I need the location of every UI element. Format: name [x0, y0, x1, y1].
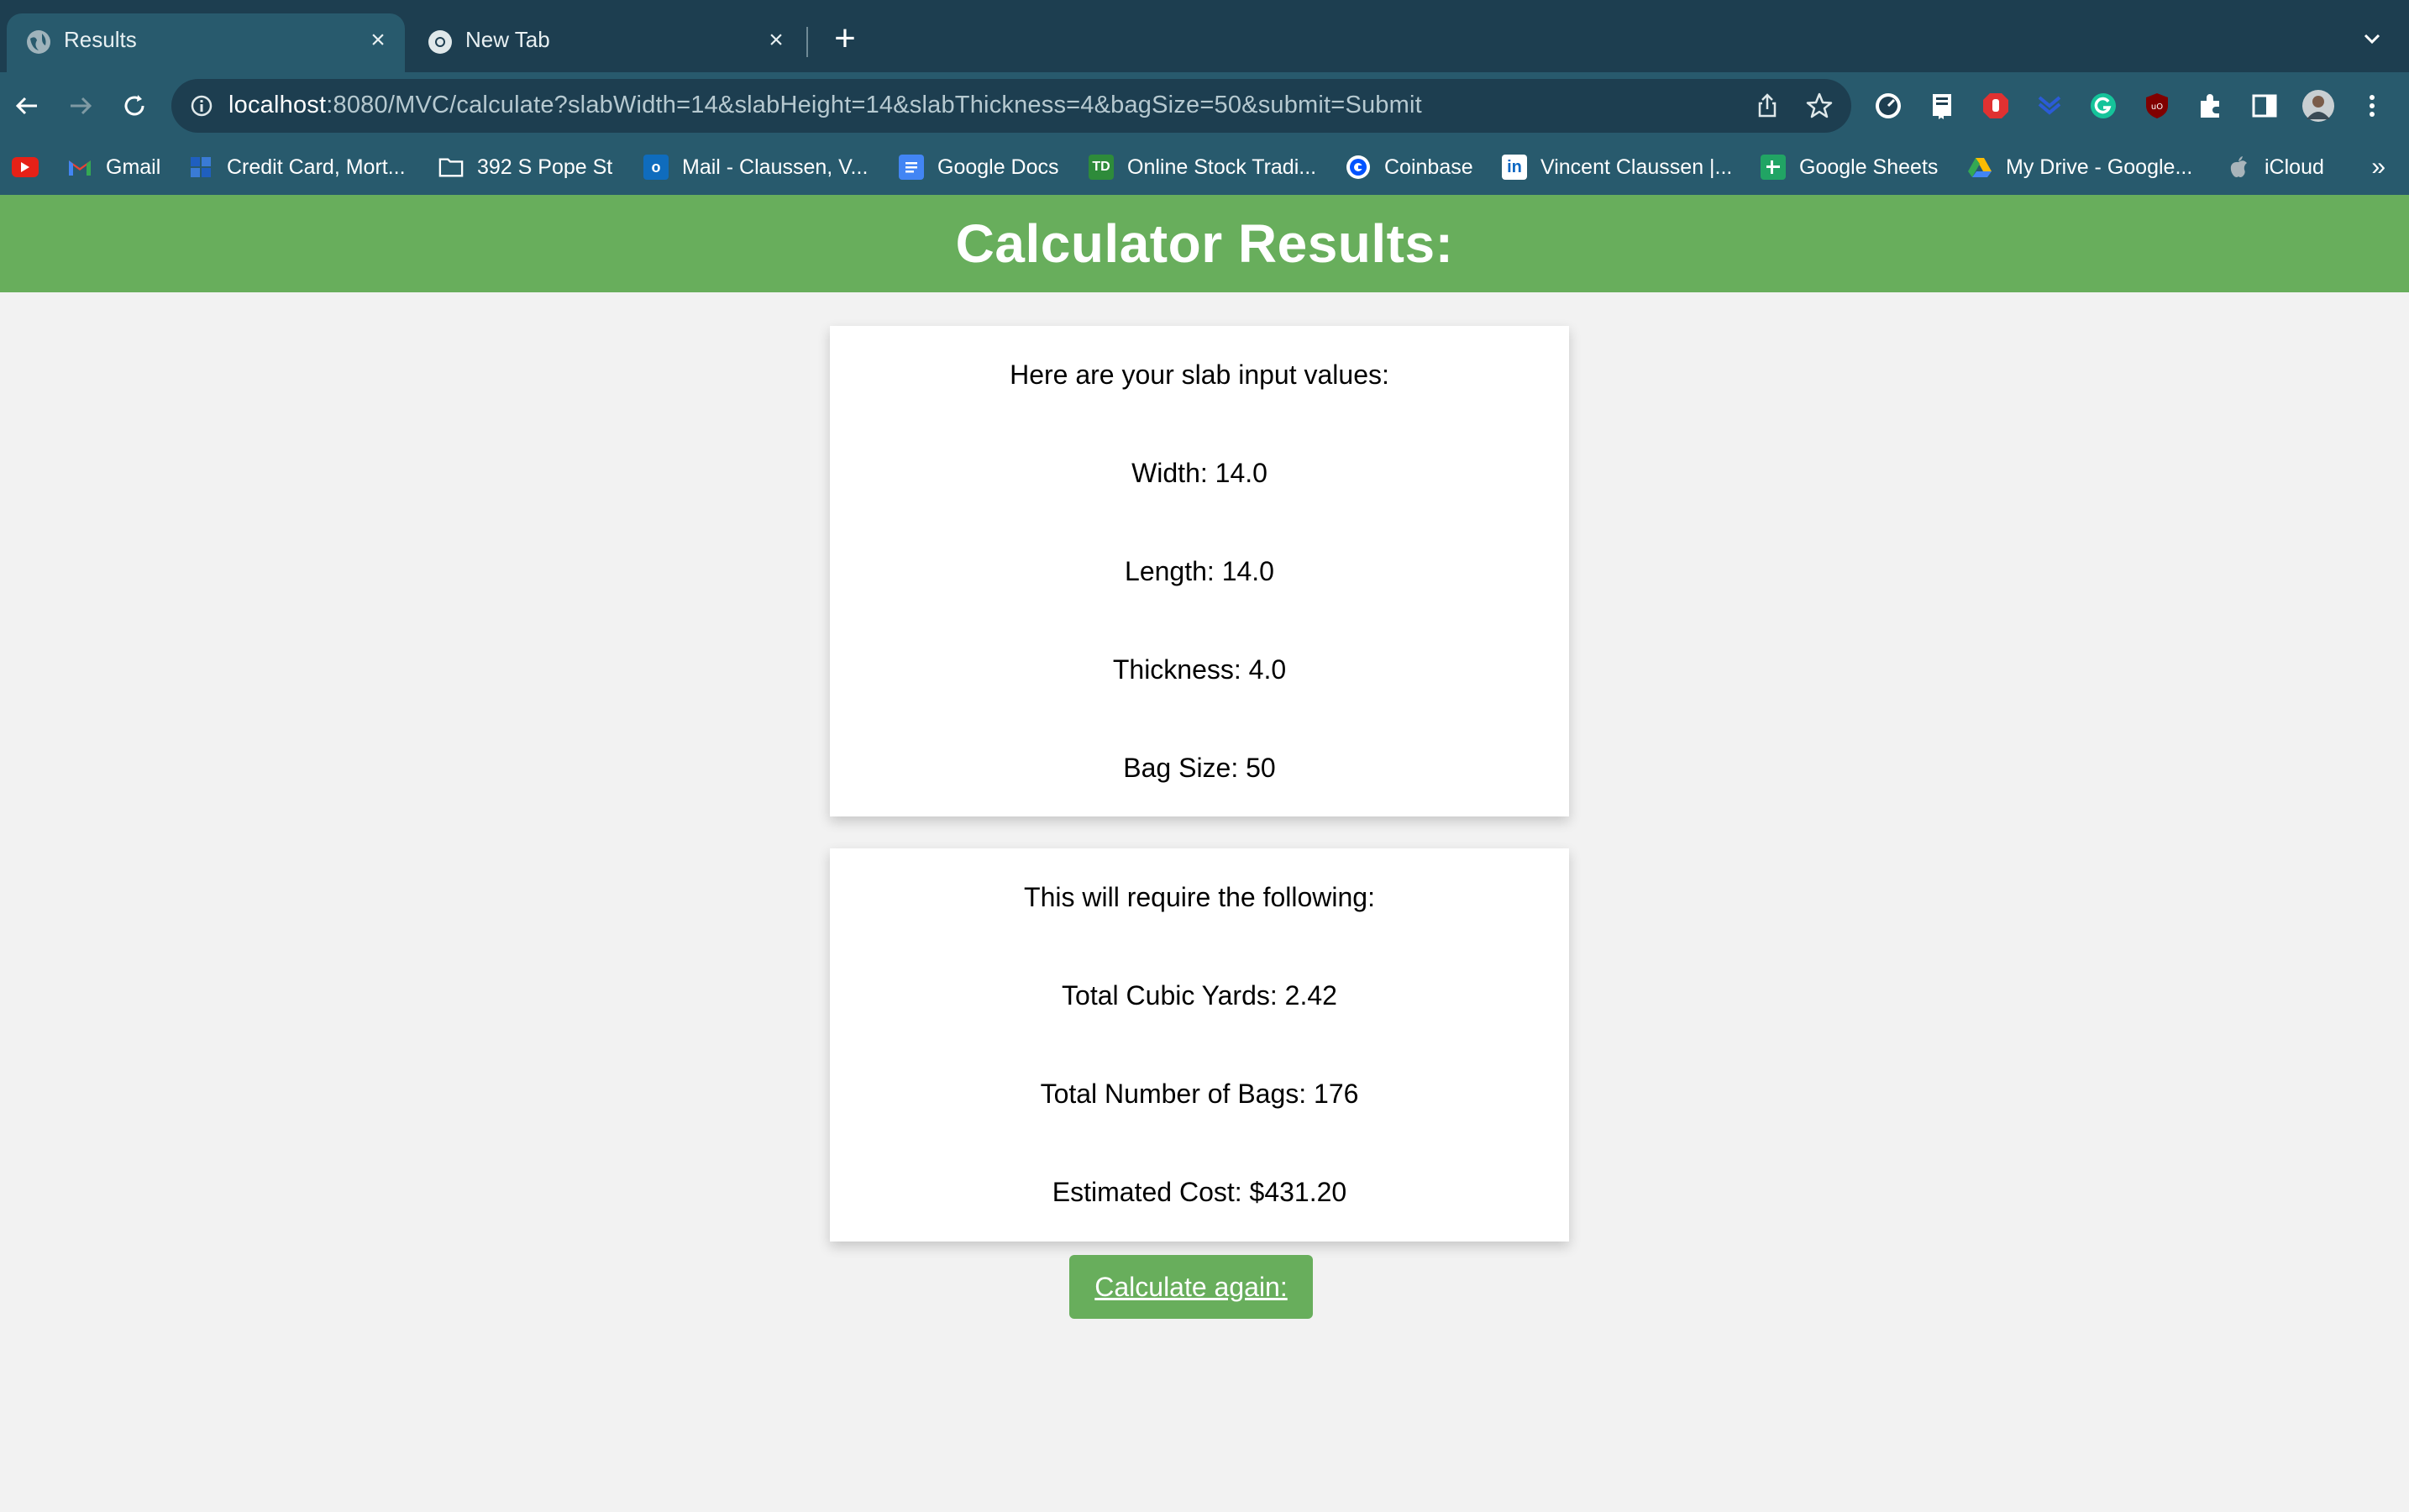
- bookmark-credit-card[interactable]: Credit Card, Mort...: [188, 151, 406, 183]
- bookmark-coinbase[interactable]: Coinbase: [1346, 151, 1473, 183]
- address-bar[interactable]: localhost:8080/MVC/calculate?slabWidth=1…: [171, 79, 1851, 133]
- bookmark-label: Vincent Claussen |...: [1540, 155, 1733, 179]
- info-icon[interactable]: [190, 94, 213, 118]
- width-value: Width: 14.0: [1131, 458, 1267, 488]
- results-heading: This will require the following:: [1024, 882, 1375, 912]
- chevrons-extension-icon[interactable]: [2033, 89, 2066, 123]
- bookmark-youtube[interactable]: [12, 151, 39, 183]
- back-arrow-icon[interactable]: [10, 89, 44, 123]
- kebab-menu-icon[interactable]: [2355, 89, 2389, 123]
- bookmark-gmail[interactable]: Gmail: [67, 151, 160, 183]
- tab-new-tab[interactable]: New Tab ×: [408, 13, 803, 72]
- side-panel-icon[interactable]: [2248, 89, 2281, 123]
- star-icon[interactable]: [1804, 91, 1834, 121]
- reader-extension-icon[interactable]: [1925, 89, 1959, 123]
- bookmark-label: Gmail: [106, 155, 161, 179]
- chrome-icon: [427, 29, 454, 55]
- url-text: localhost:8080/MVC/calculate?slabWidth=1…: [228, 92, 1422, 119]
- profile-avatar[interactable]: [2301, 89, 2335, 123]
- close-tab-icon[interactable]: ×: [363, 25, 393, 55]
- linkedin-icon: in: [1502, 155, 1527, 180]
- browser-toolbar: localhost:8080/MVC/calculate?slabWidth=1…: [0, 72, 2409, 139]
- bookmark-mail-claussen[interactable]: o Mail - Claussen, V...: [643, 151, 868, 183]
- chevron-down-icon[interactable]: [2359, 25, 2385, 52]
- tab-results[interactable]: Results ×: [7, 13, 405, 72]
- reload-icon[interactable]: [118, 89, 151, 123]
- bookmark-linkedin[interactable]: in Vincent Claussen |...: [1502, 151, 1732, 183]
- apple-icon: [2226, 155, 2251, 180]
- bag-size-value: Bag Size: 50: [1123, 753, 1276, 783]
- bookmarks-bar: Gmail Credit Card, Mort... 392 S Pope St…: [0, 139, 2409, 195]
- tab-title: Results: [64, 27, 137, 52]
- outlook-icon: o: [643, 155, 669, 180]
- bookmark-label: Google Docs: [937, 155, 1059, 179]
- url-path: :8080/MVC/calculate?slabWidth=14&slabHei…: [326, 92, 1422, 118]
- calculate-again-link[interactable]: Calculate again:: [1094, 1272, 1287, 1303]
- ublock-icon[interactable]: uO: [2140, 89, 2174, 123]
- td-icon: TD: [1089, 155, 1114, 180]
- new-tab-plus-icon[interactable]: +: [827, 20, 863, 57]
- close-tab-icon[interactable]: ×: [761, 25, 791, 55]
- bookmark-google-docs[interactable]: Google Docs: [899, 151, 1059, 183]
- coinbase-icon: [1346, 155, 1371, 180]
- page-title: Calculator Results:: [955, 213, 1454, 274]
- gmail-icon: [67, 155, 92, 180]
- google-drive-icon: [1967, 155, 1992, 180]
- bookmark-icloud[interactable]: iCloud: [2226, 151, 2324, 183]
- globe-icon: [25, 29, 52, 55]
- youtube-icon: [12, 157, 39, 177]
- length-value: Length: 14.0: [1125, 556, 1274, 586]
- bookmark-online-stock[interactable]: TD Online Stock Tradi...: [1089, 151, 1316, 183]
- estimated-cost: Estimated Cost: $431.20: [1052, 1177, 1347, 1207]
- bookmark-label: 392 S Pope St: [477, 155, 613, 179]
- bookmark-google-sheets[interactable]: Google Sheets: [1761, 151, 1938, 183]
- tab-divider: [806, 27, 808, 57]
- speedometer-extension-icon[interactable]: [1871, 89, 1905, 123]
- calculate-again-button[interactable]: Calculate again:: [1069, 1255, 1313, 1319]
- tab-title: New Tab: [465, 27, 550, 52]
- total-cubic-yards: Total Cubic Yards: 2.42: [1062, 980, 1337, 1011]
- google-sheets-icon: [1761, 155, 1786, 180]
- bank-icon: [188, 155, 213, 180]
- bookmark-label: Mail - Claussen, V...: [682, 155, 869, 179]
- bookmark-label: Credit Card, Mort...: [227, 155, 406, 179]
- bookmark-label: My Drive - Google...: [2006, 155, 2193, 179]
- puzzle-extensions-icon[interactable]: [2194, 89, 2228, 123]
- folder-icon: [438, 155, 464, 180]
- svg-text:uO: uO: [2151, 102, 2163, 112]
- bookmark-label: iCloud: [2265, 155, 2324, 179]
- total-number-of-bags: Total Number of Bags: 176: [1040, 1079, 1359, 1109]
- url-host: localhost: [228, 92, 327, 118]
- bookmark-label: Google Sheets: [1799, 155, 1939, 179]
- forward-arrow-icon[interactable]: [64, 89, 97, 123]
- results-card: This will require the following: Total C…: [830, 848, 1569, 1242]
- bookmarks-overflow-chevron-icon[interactable]: »: [2371, 153, 2385, 181]
- tab-strip: Results × New Tab × +: [0, 0, 2409, 72]
- bookmark-label: Online Stock Tradi...: [1127, 155, 1317, 179]
- thickness-value: Thickness: 4.0: [1112, 654, 1287, 685]
- bookmark-392-s-pope-st[interactable]: 392 S Pope St: [438, 151, 612, 183]
- bookmark-google-drive[interactable]: My Drive - Google...: [1967, 151, 2192, 183]
- grammarly-icon[interactable]: [2086, 89, 2120, 123]
- page-header: Calculator Results:: [0, 195, 2409, 292]
- input-values-card: Here are your slab input values: Width: …: [830, 326, 1569, 816]
- share-icon[interactable]: [1754, 92, 1781, 119]
- bookmark-label: Coinbase: [1384, 155, 1473, 179]
- input-values-heading: Here are your slab input values:: [1010, 360, 1389, 390]
- google-docs-icon: [899, 155, 924, 180]
- adblock-hand-icon[interactable]: [1979, 89, 2013, 123]
